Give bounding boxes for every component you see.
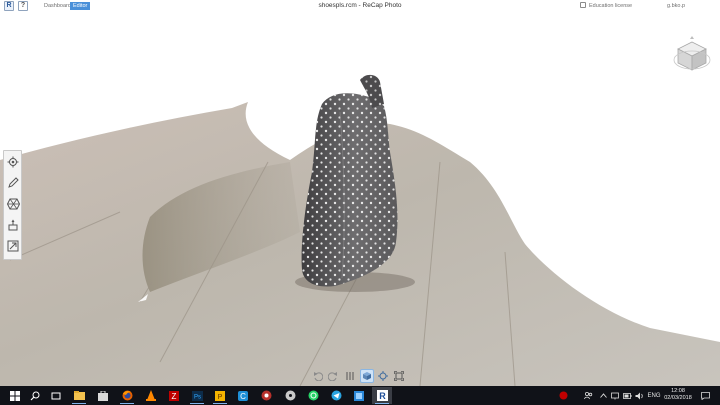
- vlc-icon[interactable]: [141, 387, 161, 404]
- sticky-notes-icon[interactable]: [349, 387, 369, 404]
- dvd-icon[interactable]: [280, 387, 300, 404]
- battery-icon[interactable]: [622, 386, 632, 405]
- taskbar-clock[interactable]: 12:08 02/03/2018: [664, 388, 692, 402]
- svg-text:Ps: Ps: [193, 394, 200, 400]
- scanned-boot: [301, 74, 398, 287]
- help-button[interactable]: ?: [18, 1, 28, 11]
- clock-time: 12:08: [671, 388, 685, 394]
- export-icon[interactable]: [5, 237, 21, 255]
- task-view-icon[interactable]: [46, 387, 66, 404]
- mesh-icon[interactable]: [5, 195, 21, 213]
- slice-icon[interactable]: [343, 369, 357, 383]
- network-icon[interactable]: [610, 386, 620, 405]
- license-icon: [580, 2, 586, 8]
- clock-date: 02/03/2018: [664, 395, 692, 401]
- license-link[interactable]: Education license: [580, 2, 632, 10]
- redo-icon[interactable]: [326, 369, 340, 383]
- windows-taskbar: Z Ps P C R ENG 12:08 02/03/2018: [0, 386, 720, 405]
- tab-editor[interactable]: Editor: [70, 2, 91, 10]
- volume-icon[interactable]: [634, 386, 644, 405]
- firefox-icon[interactable]: [117, 387, 137, 404]
- antivirus-tray-icon[interactable]: [556, 386, 570, 405]
- language-indicator[interactable]: ENG: [645, 386, 663, 405]
- tool-palette: [3, 150, 22, 260]
- ccleaner-icon[interactable]: C: [233, 387, 253, 404]
- recap-icon[interactable]: R: [372, 387, 392, 404]
- license-label: Education license: [589, 3, 633, 9]
- svg-text:P: P: [218, 394, 223, 401]
- fit-view-icon[interactable]: [392, 369, 406, 383]
- gear-icon[interactable]: [5, 153, 21, 171]
- undo-icon[interactable]: [311, 369, 325, 383]
- user-menu[interactable]: g.bko.p: [667, 2, 685, 10]
- svg-text:Z: Z: [172, 392, 177, 401]
- title-bar: R ? Dashboard Editor shoespls.rcm - ReCa…: [0, 0, 720, 12]
- file-explorer-icon[interactable]: [69, 387, 89, 404]
- model-viewport[interactable]: [0, 12, 720, 386]
- view-cube[interactable]: [672, 34, 712, 74]
- svg-text:R: R: [379, 391, 386, 401]
- filezilla-icon[interactable]: Z: [164, 387, 184, 404]
- recap-logo-button[interactable]: R: [4, 1, 14, 11]
- people-icon[interactable]: [581, 386, 595, 405]
- start-icon[interactable]: [5, 387, 25, 404]
- notifications-icon[interactable]: [698, 386, 712, 405]
- svg-text:C: C: [240, 392, 246, 401]
- whatsapp-icon[interactable]: [303, 387, 323, 404]
- powerpoint-icon[interactable]: P: [210, 387, 230, 404]
- pencil-icon[interactable]: [5, 174, 21, 192]
- orbit-icon[interactable]: [376, 369, 390, 383]
- chrome-icon[interactable]: [256, 387, 276, 404]
- bottom-toolbar: [311, 368, 409, 385]
- photoshop-icon[interactable]: Ps: [187, 387, 207, 404]
- tab-dashboard[interactable]: Dashboard: [41, 2, 74, 10]
- measure-icon[interactable]: [5, 216, 21, 234]
- telegram-icon[interactable]: [326, 387, 346, 404]
- scanned-model-scene: [0, 74, 720, 386]
- store-icon[interactable]: [93, 387, 113, 404]
- search-icon[interactable]: [25, 387, 45, 404]
- chevron-up-icon[interactable]: [598, 386, 608, 405]
- cube-view-icon[interactable]: [360, 369, 374, 383]
